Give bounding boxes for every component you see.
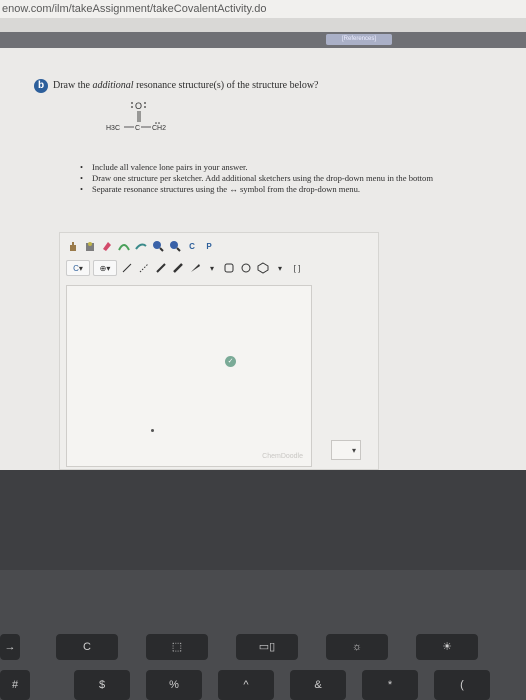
ring-tool-icon[interactable] <box>117 239 131 253</box>
references-button[interactable]: [References] <box>326 34 392 45</box>
molecule-structure: O H3C C CH2 <box>106 101 166 132</box>
zoom-in-icon[interactable] <box>151 239 165 253</box>
bond-dropdown[interactable]: ▾ <box>205 261 219 275</box>
triple-bond-icon[interactable] <box>171 261 185 275</box>
assignment-header-bar <box>0 32 526 48</box>
plus-charge-icon: ⊕ <box>99 263 107 273</box>
url-bar[interactable]: enow.com/ilm/takeAssignment/takeCovalent… <box>0 0 526 18</box>
chevron-down-icon: ▾ <box>351 446 356 455</box>
chemdoodle-watermark: ChemDoodle <box>262 453 303 460</box>
chevron-down-icon: ▾ <box>78 263 83 273</box>
key-hash: # <box>0 670 30 700</box>
ring-dropdown[interactable]: ▾ <box>273 261 287 275</box>
sketcher-toolbar-draw: C ▾ ⊕ ▾ ▾ ▾ [ ] <box>66 260 304 276</box>
key-brightness-down: ☼ <box>326 634 388 660</box>
instructions-list: Include all valence lone pairs in your a… <box>80 162 526 195</box>
sketcher-canvas[interactable]: ✓ ChemDoodle <box>66 285 312 467</box>
key-caret: ^ <box>218 670 274 700</box>
key-ampersand: & <box>290 670 346 700</box>
double-bond-icon[interactable] <box>154 261 168 275</box>
chevron-down-icon: ▾ <box>277 263 282 273</box>
sketcher-dropdown[interactable]: ▾ <box>331 440 361 460</box>
paste-label: P <box>206 241 212 251</box>
keyboard: → C ⬚ ▭▯ ☼ ☀ # $ % ^ & * ( <box>0 570 526 700</box>
carbonyl-carbon: C <box>135 125 140 132</box>
lasso-selection-icon[interactable] <box>134 239 148 253</box>
pentagon-ring-icon[interactable] <box>239 261 253 275</box>
key-refresh: C <box>56 634 118 660</box>
bracket-tool-icon[interactable]: [ ] <box>290 261 304 275</box>
single-bond-icon[interactable] <box>120 261 134 275</box>
eraser-tool-icon[interactable] <box>100 239 114 253</box>
square-ring-icon[interactable] <box>222 261 236 275</box>
question-prompt: Draw the additional resonance structure(… <box>53 80 319 91</box>
sketcher-toolbar-main: C P <box>66 238 216 254</box>
chevron-down-icon: ▾ <box>106 263 111 273</box>
url-text: enow.com/ilm/takeAssignment/takeCovalent… <box>2 3 267 15</box>
atom-selector[interactable]: C ▾ <box>66 260 90 276</box>
charge-selector[interactable]: ⊕ ▾ <box>93 260 117 276</box>
key-dollar: $ <box>74 670 130 700</box>
chevron-down-icon: ▾ <box>209 263 214 273</box>
key-forward: → <box>0 634 20 660</box>
browser-screen: enow.com/ilm/takeAssignment/takeCovalent… <box>0 0 526 470</box>
paste-button[interactable]: P <box>202 239 216 253</box>
instruction-item: Include all valence lone pairs in your a… <box>80 162 526 173</box>
carbanion-group: CH2 <box>152 125 166 132</box>
key-asterisk: * <box>362 670 418 700</box>
copy-label: C <box>189 241 195 251</box>
hexagon-ring-icon[interactable] <box>256 261 270 275</box>
key-fullscreen: ⬚ <box>146 634 208 660</box>
settings-icon[interactable]: ✓ <box>225 356 236 367</box>
key-brightness-up: ☀ <box>416 634 478 660</box>
zoom-out-icon[interactable] <box>168 239 182 253</box>
hand-tool-icon[interactable] <box>66 239 80 253</box>
laptop-bezel <box>0 470 526 570</box>
key-overview: ▭▯ <box>236 634 298 660</box>
key-paren: ( <box>434 670 490 700</box>
instruction-item: Draw one structure per sketcher. Add add… <box>80 173 526 184</box>
key-percent: % <box>146 670 202 700</box>
instruction-item: Separate resonance structures using the … <box>80 184 526 195</box>
dashed-bond-icon[interactable] <box>137 261 151 275</box>
methyl-group: H3C <box>106 125 120 132</box>
copy-button[interactable]: C <box>185 239 199 253</box>
chemdoodle-sketcher: C P C ▾ ⊕ ▾ ▾ ▾ [ ] ✓ ChemDoodle <box>59 232 379 470</box>
wedge-bond-icon[interactable] <box>188 261 202 275</box>
lasso-tool-icon[interactable] <box>83 239 97 253</box>
prompt-italic: additional <box>92 80 134 91</box>
cursor-dot <box>151 429 154 432</box>
browser-toolbar-band <box>0 18 526 32</box>
question-part-badge: b <box>34 79 48 93</box>
oxygen-atom: O <box>135 101 142 111</box>
